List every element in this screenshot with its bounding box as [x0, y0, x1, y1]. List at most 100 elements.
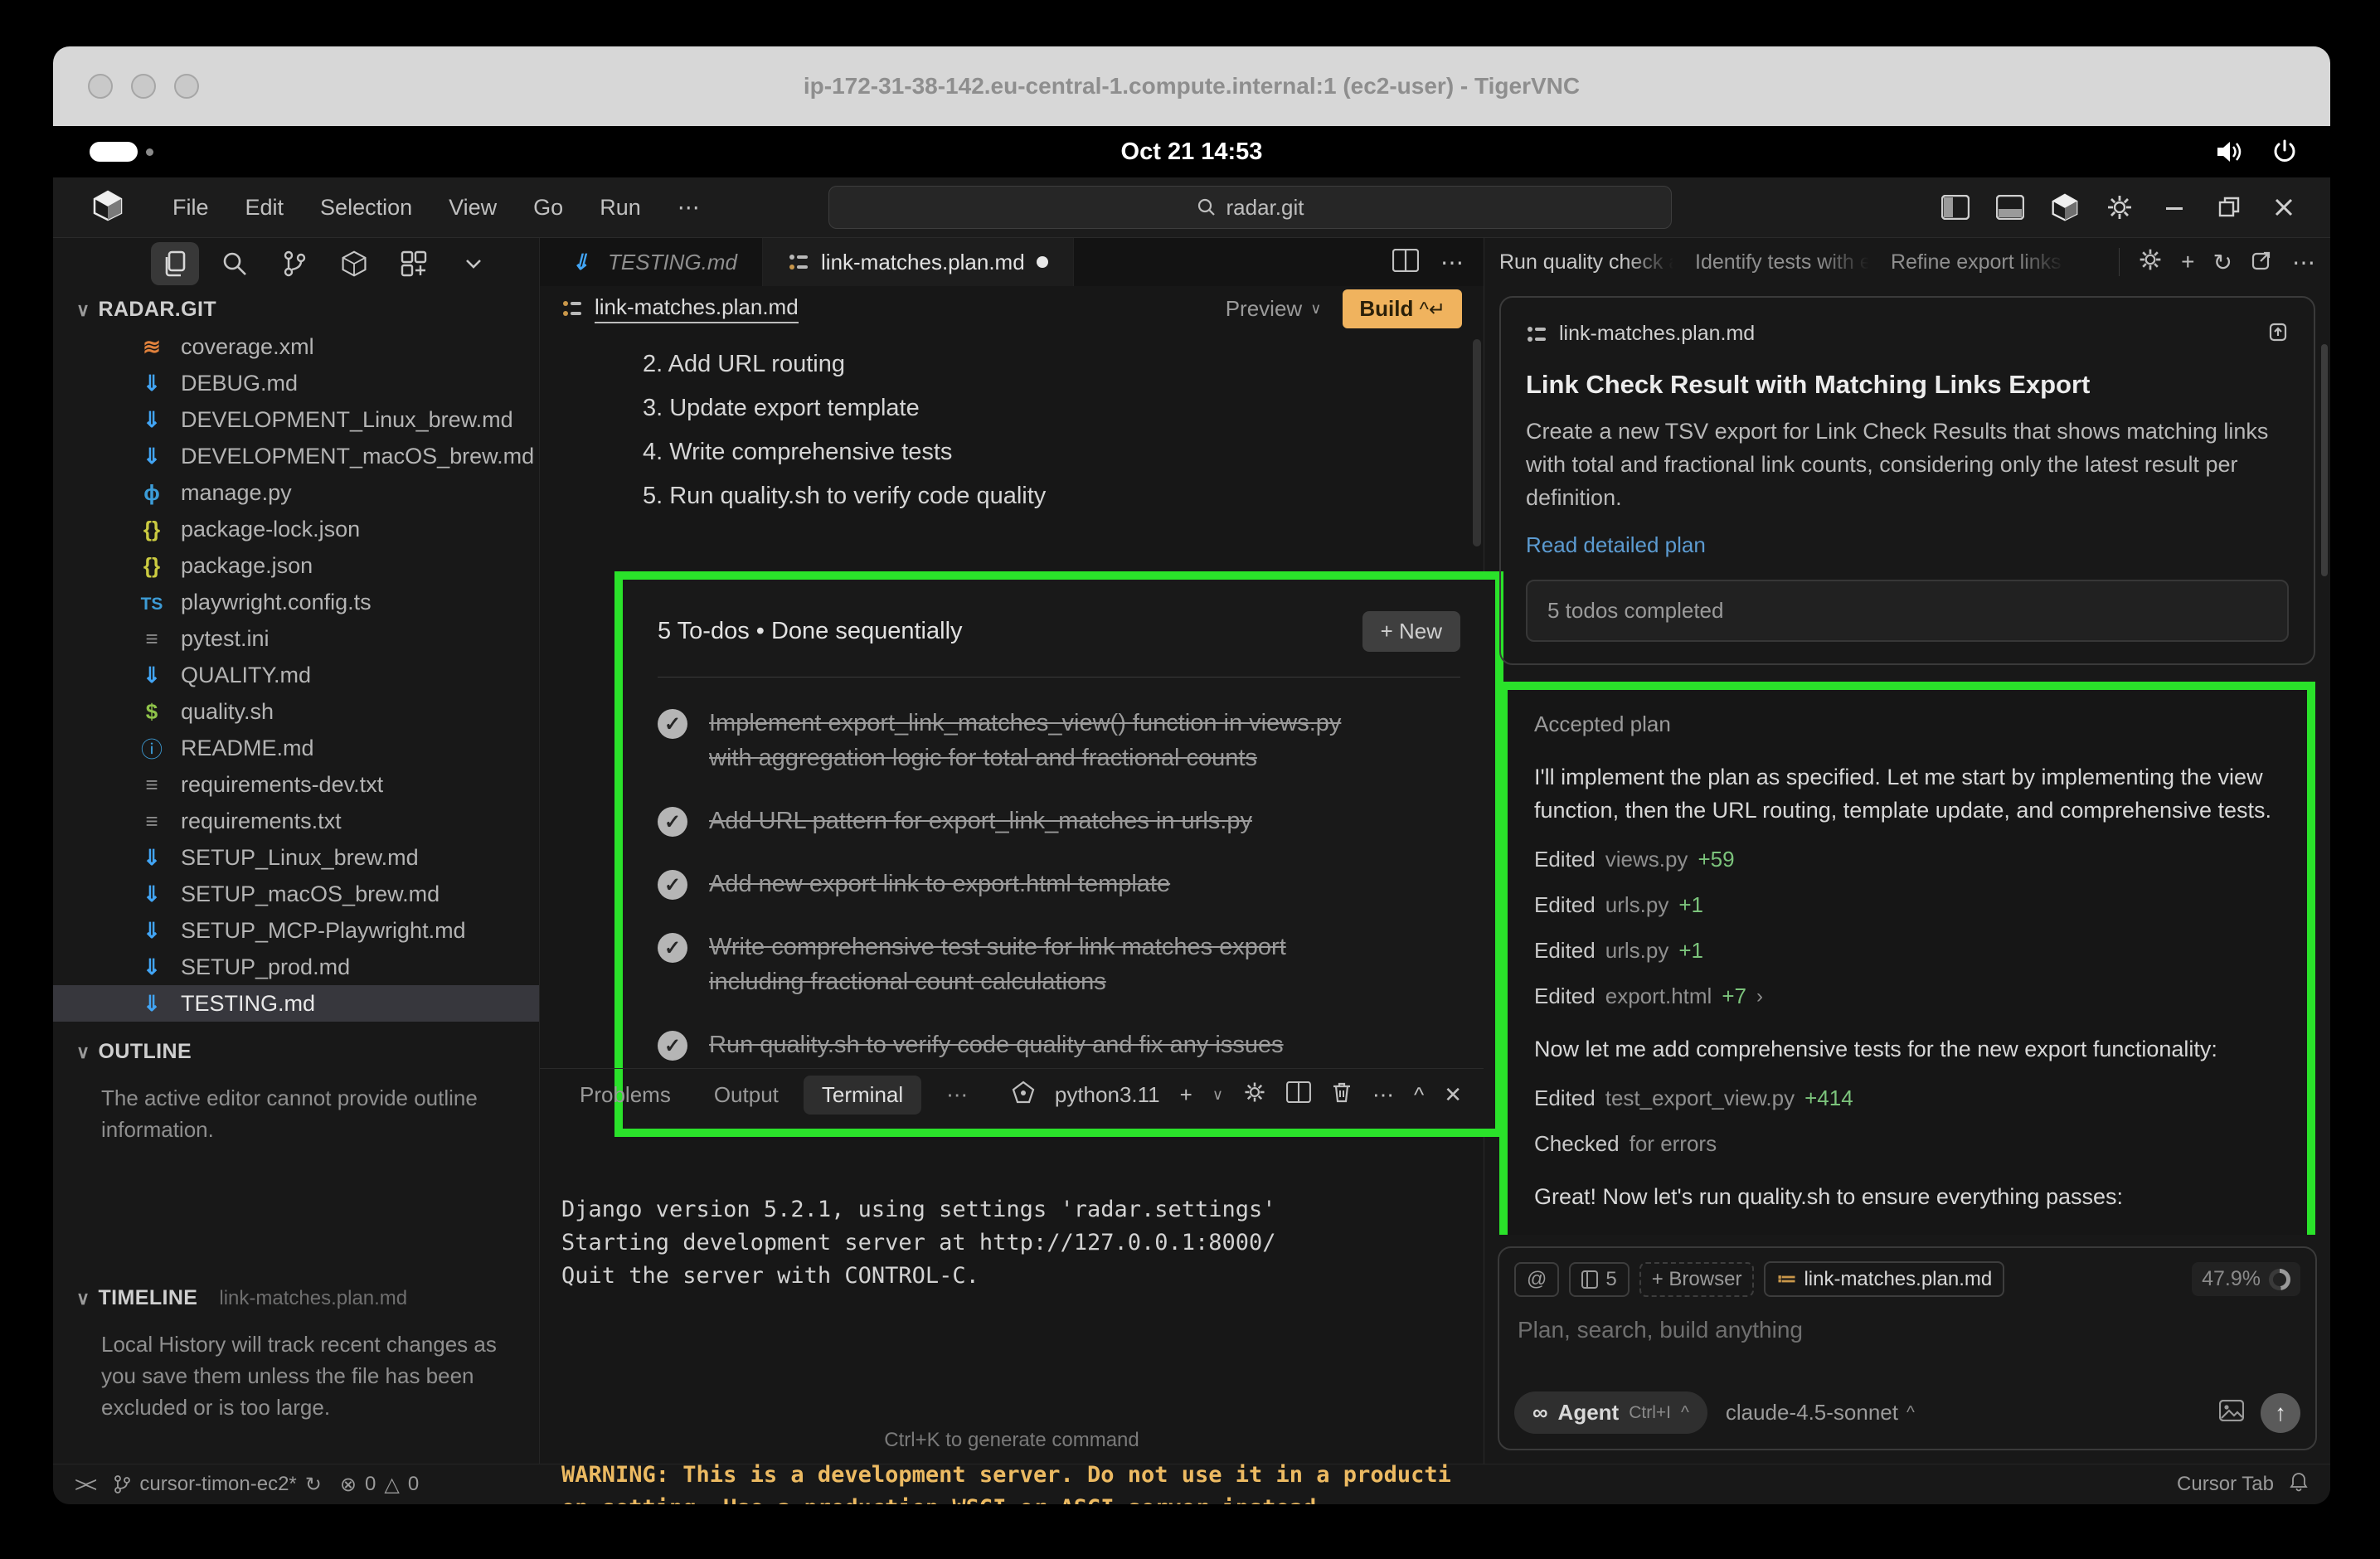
todos-status-box[interactable]: 5 todos completed — [1526, 580, 2289, 642]
chevron-down-icon[interactable]: ∨ — [1212, 1086, 1223, 1104]
checked-errors-row[interactable]: Checked for errors — [1534, 1131, 2280, 1157]
plan-file-chip[interactable]: ≔ link-matches.plan.md — [1764, 1261, 2004, 1297]
edited-file-row[interactable]: Edited urls.py +1 — [1534, 892, 2280, 918]
file-tree-item[interactable]: SETUP_Linux_brew.md — [53, 839, 539, 876]
new-terminal-icon[interactable]: + — [1180, 1082, 1192, 1108]
file-tree-item[interactable]: README.md — [53, 730, 539, 766]
copy-plan-icon[interactable] — [2267, 319, 2289, 348]
problems-indicator[interactable]: ⊗ 0 △ 0 — [340, 1473, 419, 1497]
sync-icon[interactable]: ↻ — [305, 1473, 322, 1497]
plan-document[interactable]: 2. Add URL routing3. Update export templ… — [540, 331, 1484, 1068]
power-icon[interactable] — [2272, 139, 2297, 164]
checked-circle-icon[interactable]: ✓ — [658, 1031, 687, 1061]
todo-item[interactable]: ✓ Add URL pattern for export_link_matche… — [658, 804, 1460, 838]
terminal-settings-icon[interactable] — [1243, 1081, 1266, 1110]
chat-input[interactable]: Plan, search, build anything — [1518, 1317, 2297, 1343]
file-tree-item[interactable]: pytest.ini — [53, 620, 539, 657]
chevron-down-icon[interactable] — [449, 242, 498, 285]
chat-history-icon[interactable]: ↻ — [2213, 249, 2232, 276]
maximize-panel-icon[interactable]: ^ — [1414, 1082, 1424, 1108]
file-tree-item[interactable]: requirements-dev.txt — [53, 766, 539, 803]
file-tree-item[interactable]: DEBUG.md — [53, 365, 539, 401]
checked-circle-icon[interactable]: ✓ — [658, 807, 687, 837]
file-tree-item[interactable]: manage.py — [53, 474, 539, 511]
new-todo-button[interactable]: + New — [1362, 611, 1460, 652]
file-tree-item[interactable]: package-lock.json — [53, 511, 539, 547]
search-view-icon[interactable] — [211, 242, 259, 285]
shell-label[interactable]: python3.11 — [1055, 1082, 1160, 1108]
close-window-icon[interactable] — [2262, 188, 2305, 226]
tab-output[interactable]: Output — [696, 1076, 797, 1115]
split-editor-icon[interactable] — [1392, 249, 1419, 276]
open-in-editor-icon[interactable] — [2251, 248, 2274, 277]
timeline-section-header[interactable]: ∨ TIMELINE link-matches.plan.md — [53, 1278, 539, 1317]
chat-tab[interactable]: Identify tests with e — [1695, 250, 1869, 274]
menu-selection[interactable]: Selection — [302, 188, 430, 227]
todo-item[interactable]: ✓ Add new export link to export.html tem… — [658, 867, 1460, 901]
edited-file-row[interactable]: Edited test_export_view.py +414 — [1534, 1085, 2280, 1111]
outline-section-header[interactable]: ∨ OUTLINE — [53, 1032, 539, 1071]
menu-file[interactable]: File — [154, 188, 227, 227]
attach-image-icon[interactable] — [2219, 1400, 2244, 1425]
command-search-input[interactable]: radar.git — [828, 186, 1672, 229]
layout-grid-icon[interactable] — [390, 242, 438, 285]
file-tree-item[interactable]: package.json — [53, 547, 539, 584]
toggle-panel-icon[interactable] — [1989, 188, 2032, 226]
cursor-tab-cube-icon[interactable] — [2043, 188, 2086, 226]
file-tree-item[interactable]: DEVELOPMENT_macOS_brew.md — [53, 438, 539, 474]
menu-view[interactable]: View — [430, 188, 515, 227]
file-tree-item[interactable]: QUALITY.md — [53, 657, 539, 693]
menu-run[interactable]: Run — [581, 188, 659, 227]
context-usage-indicator[interactable]: 47.9% — [2192, 1262, 2300, 1296]
send-button[interactable]: ↑ — [2261, 1393, 2300, 1433]
read-detailed-plan-link[interactable]: Read detailed plan — [1526, 532, 2289, 558]
menu-more[interactable]: ⋯ — [659, 188, 718, 227]
editor-scrollbar[interactable] — [1473, 339, 1481, 546]
menu-go[interactable]: Go — [515, 188, 581, 227]
edited-file-row[interactable]: Edited views.py +59 — [1534, 847, 2280, 872]
modified-dot-icon[interactable] — [1037, 256, 1048, 268]
restore-window-icon[interactable] — [2208, 188, 2251, 226]
file-tree-item[interactable]: playwright.config.ts — [53, 584, 539, 620]
explorer-icon[interactable] — [151, 242, 199, 285]
checked-circle-icon[interactable]: ✓ — [658, 933, 687, 963]
chat-scroll-area[interactable]: link-matches.plan.md Link Check Result w… — [1484, 286, 2330, 1235]
extensions-icon[interactable] — [330, 242, 378, 285]
kill-terminal-icon[interactable] — [1331, 1081, 1353, 1110]
mention-chip[interactable]: @ — [1514, 1262, 1559, 1297]
file-tree-item[interactable]: coverage.xml — [53, 328, 539, 365]
tab-terminal[interactable]: Terminal — [804, 1076, 921, 1115]
checked-circle-icon[interactable]: ✓ — [658, 870, 687, 900]
explorer-root-folder[interactable]: ∨ RADAR.GIT — [53, 289, 539, 328]
file-tree-item[interactable]: quality.sh — [53, 693, 539, 730]
remote-indicator[interactable]: >< — [75, 1472, 95, 1498]
file-tree-item[interactable]: SETUP_macOS_brew.md — [53, 876, 539, 912]
menu-edit[interactable]: Edit — [227, 188, 303, 227]
file-tree-item[interactable]: DEVELOPMENT_Linux_brew.md — [53, 401, 539, 438]
file-tree-item[interactable]: requirements.txt — [53, 803, 539, 839]
file-tree-item[interactable]: SETUP_prod.md — [53, 949, 539, 985]
new-chat-icon[interactable]: + — [2181, 249, 2194, 275]
todo-item[interactable]: ✓ Run quality.sh to verify code quality … — [658, 1027, 1460, 1062]
volume-icon[interactable] — [2216, 139, 2244, 164]
plan-card-file[interactable]: link-matches.plan.md — [1559, 322, 1755, 346]
chat-tab[interactable]: Run quality check an — [1499, 250, 1673, 274]
preview-dropdown[interactable]: Preview ∨ — [1226, 296, 1322, 322]
cursor-tab-toggle[interactable]: Cursor Tab — [2177, 1473, 2274, 1496]
checked-circle-icon[interactable]: ✓ — [658, 709, 687, 739]
edited-file-row[interactable]: Edited export.html +7 › — [1534, 983, 2280, 1009]
chat-scrollbar[interactable] — [2321, 344, 2328, 576]
tab-testing-md[interactable]: TESTING.md — [540, 238, 763, 286]
add-browser-chip[interactable]: + Browser — [1639, 1262, 1755, 1297]
file-tree-item[interactable]: SETUP_MCP-Playwright.md — [53, 912, 539, 949]
agent-mode-selector[interactable]: ∞ Agent Ctrl+I ^ — [1514, 1391, 1707, 1434]
settings-gear-icon[interactable] — [2098, 188, 2141, 226]
chat-tab[interactable]: Refine export links f — [1891, 250, 2065, 274]
model-selector[interactable]: claude-4.5-sonnet ^ — [1726, 1400, 1915, 1425]
tab-link-matches-plan[interactable]: link-matches.plan.md — [763, 238, 1074, 286]
edited-file-row[interactable]: Edited urls.py +1 — [1534, 938, 2280, 964]
todo-item[interactable]: ✓ Write comprehensive test suite for lin… — [658, 930, 1460, 999]
close-panel-icon[interactable]: ✕ — [1444, 1082, 1462, 1108]
notifications-bell-icon[interactable] — [2289, 1471, 2309, 1498]
chat-more-icon[interactable]: ⋯ — [2292, 249, 2315, 276]
